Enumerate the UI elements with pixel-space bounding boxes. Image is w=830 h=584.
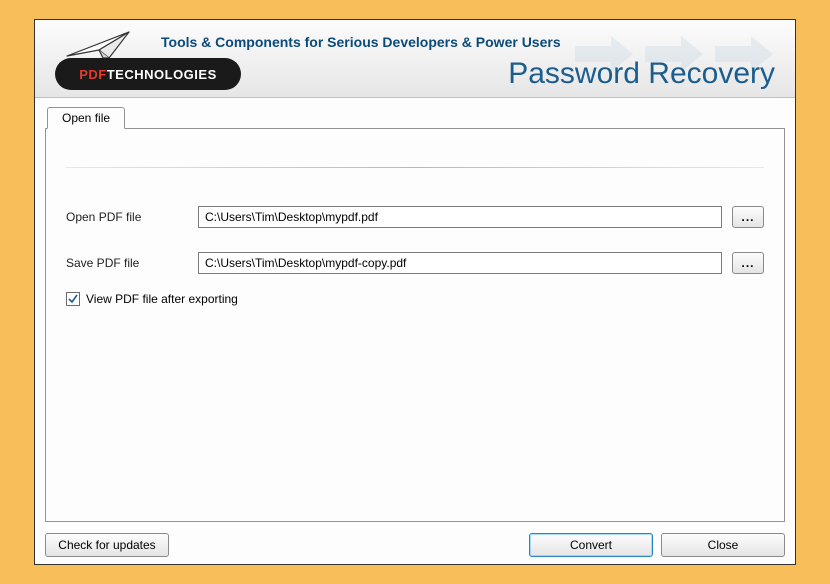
view-after-label: View PDF file after exporting	[86, 292, 238, 306]
view-after-checkbox[interactable]	[66, 292, 80, 306]
open-file-input[interactable]	[198, 206, 722, 228]
view-after-row: View PDF file after exporting	[66, 292, 764, 306]
open-file-label: Open PDF file	[66, 210, 198, 224]
close-button[interactable]: Close	[661, 533, 785, 557]
body-area: Open file Open PDF file ... Save PDF fil…	[35, 98, 795, 526]
tab-panel-open-file: Open PDF file ... Save PDF file ... View…	[45, 128, 785, 522]
save-file-browse-button[interactable]: ...	[732, 252, 764, 274]
header: Tools & Components for Serious Developer…	[35, 20, 795, 98]
logo-badge: PDFTECHNOLOGIES	[55, 58, 241, 90]
tagline: Tools & Components for Serious Developer…	[161, 34, 561, 50]
save-file-label: Save PDF file	[66, 256, 198, 270]
footer: Check for updates Convert Close	[35, 526, 795, 564]
save-file-row: Save PDF file ...	[66, 252, 764, 274]
logo-tech-text: TECHNOLOGIES	[107, 67, 217, 82]
save-file-input[interactable]	[198, 252, 722, 274]
tab-open-file[interactable]: Open file	[47, 107, 125, 129]
divider	[66, 167, 764, 168]
app-window: Tools & Components for Serious Developer…	[34, 19, 796, 565]
open-file-row: Open PDF file ...	[66, 206, 764, 228]
check-updates-button[interactable]: Check for updates	[45, 533, 169, 557]
logo-pdf-text: PDF	[79, 67, 107, 82]
checkmark-icon	[68, 294, 78, 304]
tabs-row: Open file	[45, 106, 785, 128]
convert-button[interactable]: Convert	[529, 533, 653, 557]
open-file-browse-button[interactable]: ...	[732, 206, 764, 228]
app-title: Password Recovery	[508, 57, 775, 91]
